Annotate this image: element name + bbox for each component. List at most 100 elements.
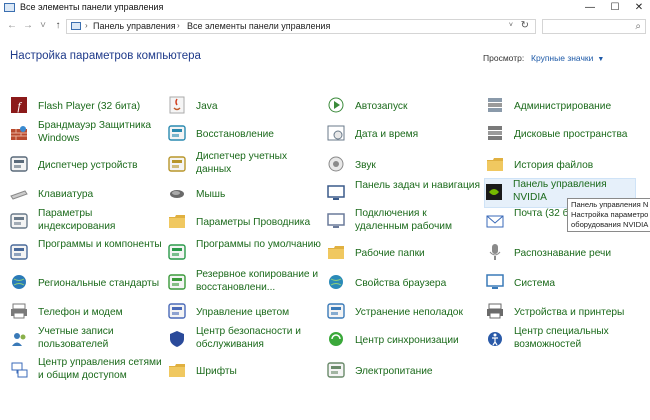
control-panel-item[interactable]: Программы по умолчанию: [168, 239, 321, 269]
control-panel-item-label[interactable]: Flash Player (32 бита): [38, 101, 163, 114]
control-panel-item[interactable]: Электропитание: [327, 357, 477, 387]
control-panel-item-label[interactable]: Распознавание речи: [514, 248, 639, 261]
control-panel-item[interactable]: Дата и время: [327, 120, 477, 150]
control-panel-item[interactable]: Управление цветом: [168, 298, 318, 328]
control-panel-item[interactable]: Java: [168, 92, 318, 122]
control-panel-item[interactable]: Параметры индексирования: [10, 208, 160, 238]
control-panel-item[interactable]: Региональные стандарты: [10, 269, 160, 299]
network-center-icon: [10, 361, 28, 379]
control-panel-item-label[interactable]: Брандмауэр Защитника Windows: [38, 120, 163, 145]
control-panel-item-label[interactable]: Телефон и модем: [38, 307, 163, 320]
control-panel-item[interactable]: Телефон и модем: [10, 298, 160, 328]
back-button[interactable]: ←: [6, 20, 18, 31]
control-panel-item[interactable]: Устранение неполадок: [327, 298, 477, 328]
control-panel-item[interactable]: Резервное копирование и восстановлени...: [168, 269, 318, 299]
forward-button[interactable]: →: [22, 20, 34, 31]
search-input[interactable]: ⌕: [542, 19, 646, 34]
navigation-bar: ← → ˅ ↑ › Панель управления › Все элемен…: [0, 18, 650, 36]
control-panel-item-label[interactable]: Программы по умолчанию: [196, 239, 321, 252]
recent-locations-button[interactable]: ˅: [37, 20, 49, 31]
control-panel-item-label[interactable]: Java: [196, 101, 321, 114]
control-panel-item-label[interactable]: Центр управления сетями и общим доступом: [38, 357, 163, 382]
control-panel-item-label[interactable]: Администрирование: [514, 101, 639, 114]
control-panel-item[interactable]: Центр управления сетями и общим доступом: [10, 357, 163, 387]
storage-spaces-icon: [486, 124, 504, 142]
control-panel-item[interactable]: Брандмауэр Защитника Windows: [10, 120, 160, 150]
control-panel-item-label[interactable]: Дисковые пространства: [514, 129, 639, 142]
control-panel-item-label[interactable]: Учетные записи пользователей: [38, 326, 163, 351]
control-panel-item[interactable]: Звук: [327, 151, 477, 181]
control-panel-item-label[interactable]: Рабочие папки: [355, 248, 480, 261]
control-panel-item[interactable]: Распознавание речи: [486, 239, 636, 269]
control-panel-item-label[interactable]: Устройства и принтеры: [514, 307, 639, 320]
control-panel-item[interactable]: Центр синхронизации: [327, 326, 477, 356]
control-panel-item[interactable]: Диспетчер устройств: [10, 151, 160, 181]
control-panel-item[interactable]: Шрифты: [168, 357, 318, 387]
breadcrumb-separator[interactable]: ›: [85, 21, 88, 30]
control-panel-item[interactable]: Учетные записи пользователей: [10, 326, 160, 356]
up-button[interactable]: ↑: [52, 20, 64, 31]
control-panel-item-label[interactable]: Восстановление: [196, 129, 321, 142]
control-panel-item-label[interactable]: Устранение неполадок: [355, 307, 480, 320]
control-panel-item[interactable]: Центр безопасности и обслуживания: [168, 326, 318, 356]
control-panel-item[interactable]: Подключения к удаленным рабочим: [327, 208, 477, 238]
control-panel-item-label[interactable]: Параметры Проводника: [196, 217, 321, 230]
control-panel-item[interactable]: Система: [486, 269, 636, 299]
control-panel-item-label[interactable]: Центр синхронизации: [355, 335, 480, 348]
control-panel-item[interactable]: Устройства и принтеры: [486, 298, 636, 328]
control-panel-item-label[interactable]: Панель задач и навигация: [355, 180, 480, 193]
control-panel-item[interactable]: Центр специальных возможностей: [486, 326, 636, 356]
control-panel-item-label[interactable]: Автозапуск: [355, 101, 480, 114]
maximize-button[interactable]: ☐: [603, 0, 627, 16]
color-management-icon: [168, 302, 186, 320]
speech-recognition-icon: [486, 243, 504, 261]
refresh-button[interactable]: ↻: [521, 20, 529, 31]
control-panel-item-label[interactable]: Резервное копирование и восстановлени...: [196, 269, 321, 294]
control-panel-item-label[interactable]: Управление цветом: [196, 307, 321, 320]
fonts-icon: [168, 361, 186, 379]
control-panel-item-label[interactable]: Мышь: [196, 189, 321, 202]
minimize-button[interactable]: —: [578, 0, 602, 16]
close-button[interactable]: ✕: [627, 0, 650, 16]
control-panel-item-label[interactable]: Диспетчер учетных данных: [196, 151, 321, 176]
control-panel-item[interactable]: История файлов: [486, 151, 636, 181]
control-panel-item[interactable]: Администрирование: [486, 92, 636, 122]
control-panel-item-label[interactable]: Электропитание: [355, 366, 480, 379]
control-panel-item[interactable]: Панель задач и навигация: [327, 180, 480, 210]
control-panel-item[interactable]: Мышь: [168, 180, 318, 210]
file-history-icon: [486, 155, 504, 173]
control-panel-item[interactable]: Диспетчер учетных данных: [168, 151, 318, 181]
control-panel-item-label[interactable]: Центр специальных возможностей: [514, 326, 639, 351]
control-panel-item[interactable]: Клавиатура: [10, 180, 160, 210]
breadcrumb-all-items[interactable]: Все элементы панели управления: [187, 21, 330, 31]
control-panel-item[interactable]: Дисковые пространства: [486, 120, 636, 150]
control-panel-item[interactable]: Свойства браузера: [327, 269, 477, 299]
chevron-down-icon[interactable]: ▼: [597, 56, 604, 63]
control-panel-item[interactable]: Автозапуск: [327, 92, 477, 122]
control-panel-item[interactable]: Восстановление: [168, 120, 318, 150]
control-panel-item-label[interactable]: Подключения к удаленным рабочим: [355, 208, 480, 233]
view-mode-value[interactable]: Крупные значки: [531, 53, 593, 63]
view-mode-dropdown[interactable]: Крупные значки ▼: [531, 53, 604, 63]
control-panel-item-label[interactable]: История файлов: [514, 160, 639, 173]
control-panel-item-label[interactable]: Центр безопасности и обслуживания: [196, 326, 321, 351]
control-panel-item-label[interactable]: Программы и компоненты: [38, 239, 163, 252]
address-history-dropdown[interactable]: ˅: [509, 22, 513, 29]
control-panel-item[interactable]: f Flash Player (32 бита): [10, 92, 160, 122]
control-panel-item-label[interactable]: Параметры индексирования: [38, 208, 163, 233]
address-bar[interactable]: › Панель управления › Все элементы панел…: [66, 19, 536, 34]
control-panel-item-label[interactable]: Дата и время: [355, 129, 480, 142]
control-panel-item-label[interactable]: Диспетчер устройств: [38, 160, 163, 173]
control-panel-item-label[interactable]: Система: [514, 278, 639, 291]
control-panel-item[interactable]: Рабочие папки: [327, 239, 477, 269]
breadcrumb-separator[interactable]: ›: [177, 21, 180, 30]
control-panel-item-label[interactable]: Свойства браузера: [355, 278, 480, 291]
breadcrumb-control-panel[interactable]: Панель управления: [93, 21, 176, 31]
control-panel-item-label[interactable]: Клавиатура: [38, 189, 163, 202]
control-panel-item[interactable]: Программы и компоненты: [10, 239, 163, 269]
control-panel-item[interactable]: Параметры Проводника: [168, 208, 318, 238]
security-center-icon: [168, 330, 186, 348]
control-panel-item-label[interactable]: Шрифты: [196, 366, 321, 379]
control-panel-item-label[interactable]: Звук: [355, 160, 480, 173]
control-panel-item-label[interactable]: Региональные стандарты: [38, 278, 163, 291]
